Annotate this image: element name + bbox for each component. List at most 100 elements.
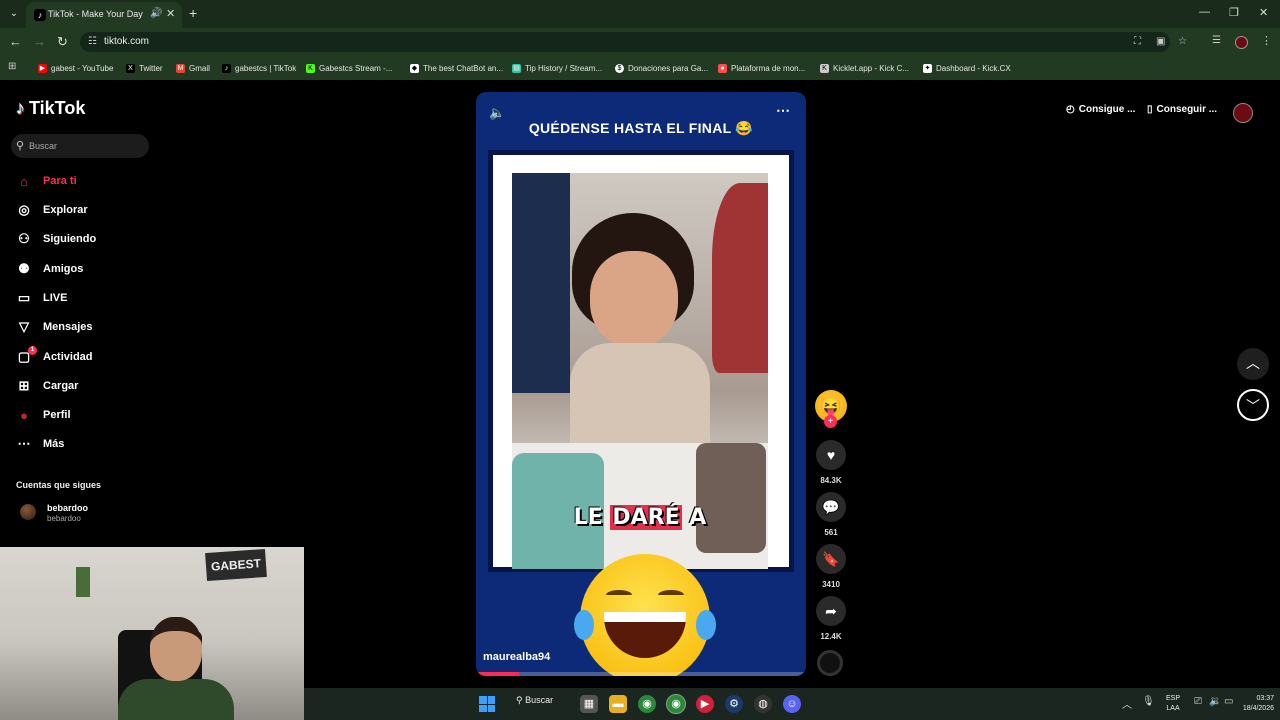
nav-item-mensajes[interactable]: ▽ Mensajes <box>16 317 93 337</box>
search-icon: ⚲ <box>16 140 25 152</box>
volume-icon[interactable]: 🔉 <box>1209 696 1221 707</box>
reload-button[interactable]: ↻ <box>57 34 68 50</box>
video-author[interactable]: maurealba94 <box>483 651 550 663</box>
file-explorer-icon[interactable]: ▬ <box>609 695 627 713</box>
bookmark-item[interactable]: ▤ Tip History / Stream... <box>512 61 602 75</box>
bookmark-item[interactable]: X Twitter <box>126 61 163 75</box>
get-app-button[interactable]: ▯ Conseguir ... <box>1147 104 1217 115</box>
windows-start-icon[interactable] <box>479 696 495 712</box>
chrome-active-icon[interactable]: ◉ <box>666 694 686 714</box>
get-coins-button[interactable]: ◴ Consigue ... <box>1066 104 1135 115</box>
previous-video-button[interactable]: ︿ <box>1237 348 1269 380</box>
url-text[interactable]: tiktok.com <box>104 36 149 47</box>
bookmark-label: Donaciones para Ga... <box>628 63 709 73</box>
nav-item-siguiendo[interactable]: ⚇ Siguiendo <box>16 229 96 249</box>
nav-label: Actividad <box>43 351 93 363</box>
comment-button[interactable]: 💬 <box>816 492 846 522</box>
bookmark-item[interactable]: M Gmail <box>176 61 210 75</box>
avatar[interactable] <box>20 504 36 520</box>
nav-item-actividad[interactable]: ▢ 1 Actividad <box>16 346 93 367</box>
music-disc-icon[interactable] <box>817 650 843 676</box>
obs-icon[interactable]: ◍ <box>754 695 772 713</box>
tab-close-icon[interactable]: ✕ <box>166 7 175 20</box>
browser-tab-active[interactable]: ♪ TikTok - Make Your Day 🔊 ✕ <box>26 2 182 28</box>
tiktok-logo[interactable]: ♪ TikTok <box>16 98 85 119</box>
discord-icon[interactable]: ☺ <box>783 695 801 713</box>
bookmark-item[interactable]: $ Donaciones para Ga... <box>615 61 708 75</box>
new-tab-button[interactable]: + <box>189 5 197 21</box>
window-close-button[interactable]: ✕ <box>1259 6 1268 19</box>
chevron-up-icon: ︿ <box>1246 355 1260 371</box>
apps-grid-icon[interactable]: ⊞ <box>8 61 16 72</box>
bookmark-item[interactable]: ● Plataforma de mon... <box>718 61 805 75</box>
microphone-icon[interactable]: 🎙 <box>1142 696 1155 707</box>
nav-item-amigos[interactable]: ⚉ Amigos <box>16 259 83 279</box>
bookmark-item[interactable]: K Gabestcs Stream -... <box>306 61 392 75</box>
follow-plus-button[interactable]: + <box>824 415 837 428</box>
clock-date: 18/4/2026 <box>1242 705 1274 712</box>
browser-toolbar: ← → ↻ ☷ tiktok.com ⛶ ▣ ☆ ☰ ⋮ <box>0 28 1280 56</box>
next-video-button[interactable]: ﹀ <box>1237 389 1269 421</box>
avatar[interactable] <box>1233 103 1253 123</box>
install-app-icon[interactable]: ▣ <box>1156 36 1165 47</box>
tray-expand-icon[interactable]: ︿ <box>1122 696 1132 711</box>
bookmark-item[interactable]: ♪ gabestcs | TikTok <box>222 61 296 75</box>
nav-item-perfil[interactable]: ● Perfil <box>16 405 70 425</box>
taskbar-clock[interactable]: 03:37 18/4/2026 <box>1234 694 1274 714</box>
bookmark-item[interactable]: ◆ The best ChatBot an... <box>410 61 503 75</box>
forward-button[interactable]: → <box>33 34 46 49</box>
browser-profile-avatar[interactable] <box>1235 36 1248 49</box>
video-caption: LE DARÉ A <box>512 505 768 530</box>
reading-list-icon[interactable]: ☰ <box>1212 35 1221 46</box>
save-button[interactable]: 🔖 <box>816 544 846 574</box>
task-view-icon[interactable]: ▦ <box>580 695 598 713</box>
battery-icon[interactable]: ▭ <box>1224 696 1233 707</box>
like-count: 84.3K <box>820 476 842 485</box>
nav-item-cargar[interactable]: ⊞ Cargar <box>16 376 79 396</box>
coin-icon: ◴ <box>1066 104 1075 115</box>
promo-label: Consigue ... <box>1078 104 1136 115</box>
bookmark-item[interactable]: ▶ gabest - YouTube <box>38 61 113 75</box>
tab-search-dropdown-icon[interactable]: ⌄ <box>6 6 22 22</box>
media-app-icon[interactable]: ▶ <box>696 695 714 713</box>
language-indicator[interactable]: ESP LAA <box>1166 694 1180 714</box>
network-icon[interactable]: ⎚ <box>1194 696 1202 707</box>
caption-highlight: DARÉ <box>610 505 682 530</box>
nav-label: LIVE <box>43 292 68 304</box>
browser-menu-icon[interactable]: ⋮ <box>1261 34 1272 47</box>
nav-label: Más <box>43 438 65 450</box>
back-button[interactable]: ← <box>9 34 22 49</box>
site-info-icon[interactable]: ☷ <box>88 36 97 47</box>
volume-icon[interactable]: 🔈 <box>489 105 505 121</box>
comment-count: 561 <box>824 528 838 537</box>
emoji-eye <box>606 590 632 600</box>
bookmark-label: Dashboard - Kick.CX <box>936 63 1011 73</box>
nav-item-para-ti[interactable]: ⌂ Para ti <box>16 171 77 191</box>
video-progress-bar[interactable] <box>476 672 806 676</box>
video-player[interactable]: 🔈 ⋯ QUÉDENSE HASTA EL FINAL 😂 LE DARÉ A … <box>476 92 806 676</box>
bookmark-label: Twitter <box>139 63 163 73</box>
chrome-icon[interactable]: ◉ <box>638 695 656 713</box>
search-input[interactable] <box>29 137 144 155</box>
nav-item-mas[interactable]: ⋯ Más <box>16 434 65 454</box>
tab-audio-icon[interactable]: 🔊 <box>150 8 162 19</box>
bookmark-item[interactable]: ✦ Dashboard - Kick.CX <box>923 61 1011 75</box>
window-minimize-button[interactable]: — <box>1199 6 1210 18</box>
taskbar-search[interactable]: ⚲ Buscar <box>516 695 553 706</box>
more-options-icon[interactable]: ⋯ <box>776 102 790 119</box>
translate-icon[interactable]: ⛶ <box>1134 36 1141 47</box>
search-box[interactable]: ⚲ <box>11 134 149 158</box>
caption-text: A <box>681 505 707 530</box>
address-bar[interactable]: ☷ tiktok.com ⛶ ▣ ☆ <box>80 32 1187 52</box>
like-button[interactable]: ♥ <box>816 440 846 470</box>
steam-icon[interactable]: ⚙ <box>725 695 743 713</box>
window-maximize-button[interactable]: ❐ <box>1229 6 1239 19</box>
streamlabs-icon: ▤ <box>512 63 521 73</box>
nav-item-explorar[interactable]: ◎ Explorar <box>16 200 87 220</box>
bookmark-star-icon[interactable]: ☆ <box>1178 36 1187 47</box>
share-button[interactable]: ➦ <box>816 596 846 626</box>
nav-item-live[interactable]: ▭ LIVE <box>16 288 68 308</box>
following-account-handle[interactable]: bebardoo <box>47 514 81 523</box>
following-account-name[interactable]: bebardoo <box>47 503 88 513</box>
bookmark-item[interactable]: K Kicklet.app - Kick C... <box>820 61 909 75</box>
